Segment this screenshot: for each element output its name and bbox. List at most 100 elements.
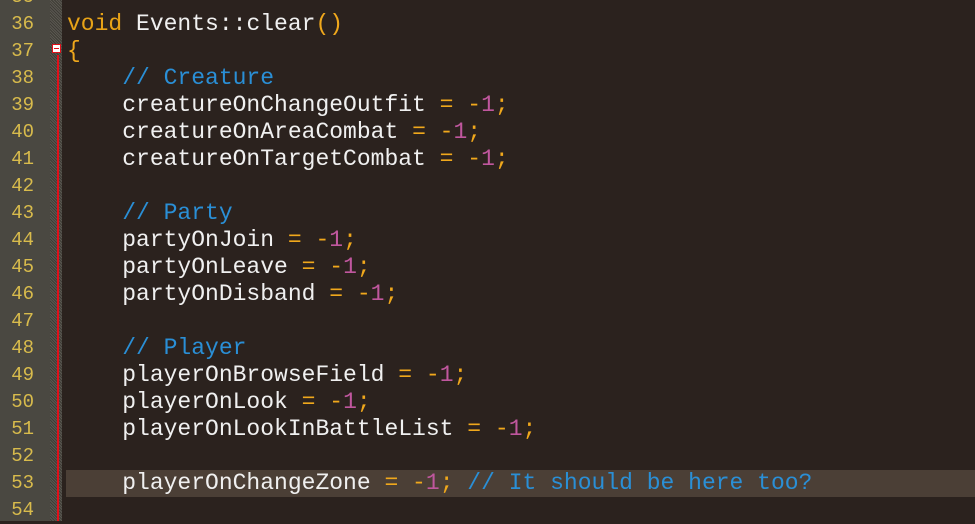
code-token: ;: [522, 415, 537, 442]
code-token: 1: [508, 415, 523, 442]
code-line[interactable]: 40 creatureOnAreaCombat = -1;: [0, 119, 975, 146]
code-line[interactable]: 51 playerOnLookInBattleList = -1;: [0, 416, 975, 443]
line-number: 46: [11, 282, 34, 305]
code-token: playerOnBrowseField: [67, 361, 399, 388]
code-token: ;: [439, 469, 454, 496]
code-line[interactable]: 41 creatureOnTargetCombat = -1;: [0, 146, 975, 173]
code-text: creatureOnAreaCombat = -1;: [67, 119, 481, 146]
line-number: 43: [11, 201, 34, 224]
code-line[interactable]: 39 creatureOnChangeOutfit = -1;: [0, 92, 975, 119]
code-line[interactable]: 42: [0, 173, 975, 200]
line-number: 35: [0, 0, 34, 11]
code-token: // It should be here too?: [453, 469, 813, 496]
code-token: ;: [494, 145, 509, 172]
code-line[interactable]: 36 void Events::clear(): [0, 11, 975, 38]
line-number: 51: [11, 417, 34, 440]
code-token: partyOnLeave: [67, 253, 302, 280]
code-token: = -: [439, 145, 482, 172]
code-text: partyOnDisband = -1;: [67, 281, 398, 308]
code-text: playerOnChangeZone = -1; // It should be…: [67, 470, 812, 497]
code-token: = -: [467, 415, 509, 442]
line-number: 39: [11, 93, 34, 116]
code-token: playerOnChangeZone: [67, 469, 385, 496]
code-text: playerOnBrowseField = -1;: [67, 362, 467, 389]
code-token: (): [315, 10, 344, 37]
code-token: 1: [481, 91, 495, 118]
code-token: ;: [467, 118, 482, 145]
line-number: 44: [11, 228, 34, 251]
code-token: creatureOnTargetCombat: [67, 145, 440, 172]
code-line[interactable]: 48 // Player: [0, 335, 975, 362]
code-text: playerOnLook = -1;: [67, 388, 371, 416]
line-number: 48: [11, 336, 34, 359]
code-token: 1: [481, 145, 495, 172]
code-token: partyOnDisband: [67, 280, 330, 307]
code-token: {: [67, 37, 81, 64]
code-token: 1: [439, 361, 454, 388]
code-token: void: [67, 10, 123, 37]
code-token: = -: [398, 361, 440, 388]
code-token: // Party: [67, 199, 233, 226]
code-token: creatureOnChangeOutfit: [67, 91, 440, 118]
code-token: = -: [439, 91, 482, 118]
code-text: creatureOnTargetCombat = -1;: [67, 146, 509, 173]
code-token: playerOnLookInBattleList: [67, 415, 468, 442]
code-token: ;: [453, 361, 468, 388]
code-token: 1: [453, 118, 468, 145]
code-line[interactable]: 45 partyOnLeave = -1;: [0, 254, 975, 281]
code-token: = -: [301, 388, 344, 415]
code-text: void Events::clear(): [67, 11, 343, 38]
code-token: = -: [301, 253, 344, 280]
line-number: 52: [11, 444, 34, 467]
code-text: // Party: [67, 199, 233, 227]
line-number: 47: [11, 309, 34, 332]
code-token: playerOnLook: [67, 388, 302, 415]
code-line[interactable]: 53 playerOnChangeZone = -1; // It should…: [0, 469, 975, 497]
code-token: Events::clear: [122, 10, 316, 37]
code-text: playerOnLookInBattleList = -1;: [67, 416, 536, 443]
code-token: 1: [329, 226, 344, 253]
code-token: creatureOnAreaCombat: [67, 118, 413, 145]
code-text: partyOnLeave = -1;: [67, 253, 371, 281]
line-number: 36: [11, 12, 34, 35]
line-number: 41: [11, 147, 34, 170]
code-token: = -: [384, 469, 426, 496]
code-token: 1: [370, 280, 385, 307]
code-token: // Player: [67, 334, 247, 361]
code-token: = -: [412, 118, 454, 145]
line-number: 49: [11, 363, 34, 386]
code-line[interactable]: 52: [0, 443, 975, 470]
code-text: {: [67, 38, 81, 65]
code-line[interactable]: 46 partyOnDisband = -1;: [0, 281, 975, 308]
code-text: // Player: [67, 335, 246, 362]
code-token: partyOnJoin: [67, 226, 288, 253]
code-line[interactable]: 37 {: [0, 38, 975, 65]
line-number: 53: [11, 471, 34, 494]
line-number: 38: [11, 66, 34, 89]
code-line[interactable]: 44 partyOnJoin = -1;: [0, 227, 975, 254]
code-text: // Creature: [67, 65, 274, 92]
code-token: // Creature: [67, 64, 275, 91]
code-line[interactable]: 43 // Party: [0, 200, 975, 227]
line-number: 45: [11, 255, 34, 278]
line-number: 42: [11, 174, 34, 197]
code-line[interactable]: 49 playerOnBrowseField = -1;: [0, 362, 975, 389]
line-number: 37: [11, 39, 34, 62]
code-token: = -: [287, 226, 330, 253]
code-text: partyOnJoin = -1;: [67, 227, 357, 254]
line-number: 54: [11, 498, 34, 521]
code-token: 1: [425, 469, 440, 496]
code-line[interactable]: 54: [0, 497, 975, 524]
code-token: ;: [356, 253, 371, 280]
line-number: 50: [11, 390, 34, 413]
code-line[interactable]: 47: [0, 308, 975, 335]
code-token: 1: [343, 388, 357, 415]
code-token: ;: [384, 280, 399, 307]
code-line[interactable]: 38 // Creature: [0, 65, 975, 92]
code-token: ;: [356, 388, 371, 415]
code-line[interactable]: 35: [0, 0, 975, 11]
code-line[interactable]: 50 playerOnLook = -1;: [0, 389, 975, 416]
code-text: creatureOnChangeOutfit = -1;: [67, 92, 509, 119]
code-token: ;: [494, 91, 509, 118]
code-token: ;: [343, 226, 357, 253]
